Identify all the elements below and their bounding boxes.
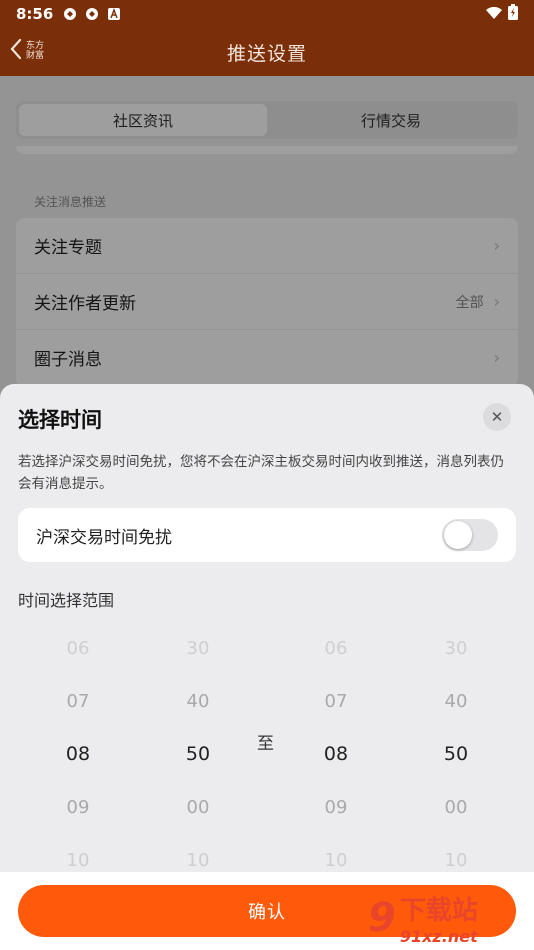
watermark-url: 91xz.net [399,927,478,946]
font-notification-icon [107,7,121,21]
picker-option-selected[interactable]: 50 [158,728,238,781]
back-button[interactable]: 东方 财富 [10,38,48,64]
status-time: 8:56 [16,5,54,23]
picker-option[interactable]: 40 [416,675,496,728]
start-minute-picker[interactable]: 30 40 50 00 10 [158,622,238,887]
watermark-title: 下载站 [399,896,478,926]
app-notification-icon [63,7,77,21]
brand-logo: 东方 财富 [26,41,45,61]
picker-option-selected[interactable]: 08 [296,728,376,781]
dnd-toggle-label: 沪深交易时间免扰 [36,527,172,548]
chevron-left-icon [10,38,22,64]
page-title: 推送设置 [226,42,307,65]
picker-option[interactable]: 30 [158,622,238,675]
picker-option[interactable]: 06 [296,622,376,675]
picker-option[interactable]: 09 [38,781,118,834]
picker-option-selected[interactable]: 50 [416,728,496,781]
site-watermark: 9 下载站 91xz.net [368,886,534,950]
sheet-title: 选择时间 [18,408,102,432]
app-notification-icon [85,7,99,21]
header-bar: 东方 财富 推送设置 [0,28,534,76]
close-button[interactable]: ✕ [483,403,511,431]
range-separator: 至 [257,734,274,754]
start-hour-picker[interactable]: 06 07 08 09 10 [38,622,118,887]
toggle-knob [444,521,472,549]
picker-option[interactable]: 30 [416,622,496,675]
battery-icon [508,4,518,24]
sheet-description: 若选择沪深交易时间免扰，您将不会在沪深主板交易时间内收到推送，消息列表仍会有消息… [18,454,504,492]
picker-option[interactable]: 00 [158,781,238,834]
watermark-badge: 9 [368,895,396,941]
picker-option[interactable]: 09 [296,781,376,834]
dnd-toggle-card: 沪深交易时间免扰 [18,508,516,562]
end-hour-picker[interactable]: 06 07 08 09 10 [296,622,376,887]
picker-option-selected[interactable]: 08 [38,728,118,781]
picker-option[interactable]: 07 [38,675,118,728]
status-right [486,4,518,24]
close-icon: ✕ [490,408,504,426]
range-label: 时间选择范围 [18,591,115,610]
dnd-toggle-switch[interactable] [442,519,498,551]
time-picker-sheet: 选择时间 ✕ 若选择沪深交易时间免扰，您将不会在沪深主板交易时间内收到推送，消息… [0,384,534,950]
picker-option[interactable]: 40 [158,675,238,728]
picker-option[interactable]: 06 [38,622,118,675]
status-bar: 8:56 [0,0,534,28]
end-minute-picker[interactable]: 30 40 50 00 10 [416,622,496,887]
picker-option[interactable]: 07 [296,675,376,728]
picker-option[interactable]: 00 [416,781,496,834]
wifi-icon [486,5,502,23]
